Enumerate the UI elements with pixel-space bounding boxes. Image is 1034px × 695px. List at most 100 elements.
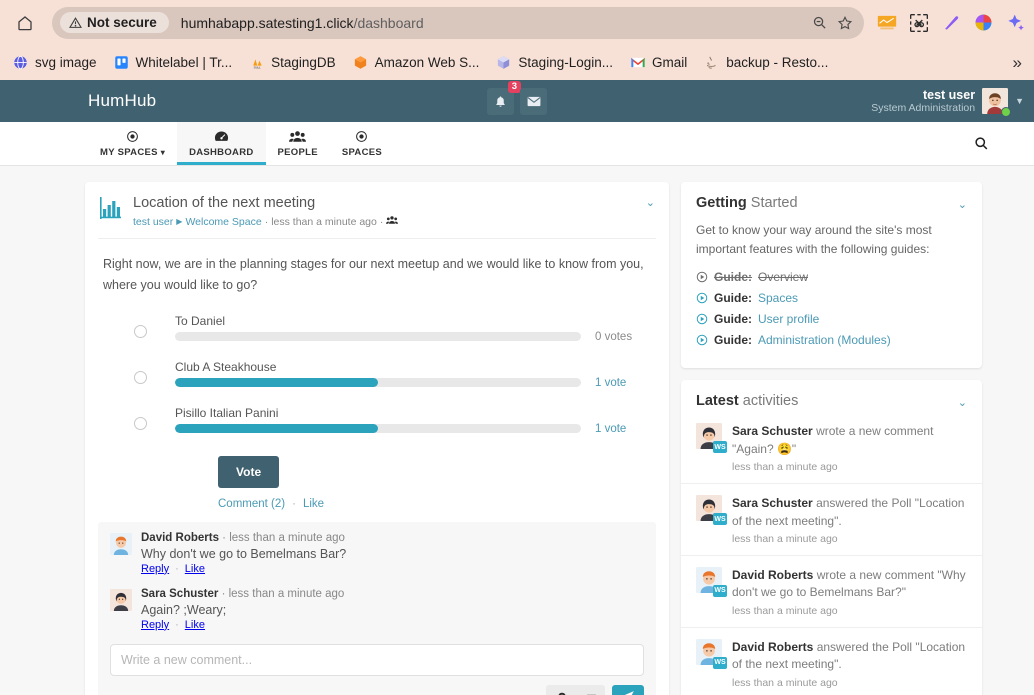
avatar[interactable] (982, 88, 1012, 117)
bookmark-item[interactable]: svg image (6, 51, 103, 74)
guide-item-overview[interactable]: Guide: Overview (696, 270, 967, 284)
bookmarks-bar: svg image Whitelabel | Tr... PMA Staging… (0, 45, 1034, 80)
bookmark-item[interactable]: PMA StagingDB (242, 51, 342, 74)
avatar[interactable] (110, 532, 132, 555)
upload-cloud-icon[interactable] (546, 685, 578, 695)
avatar[interactable] (110, 588, 132, 611)
nav-label: PEOPLE (277, 147, 318, 158)
extension-pen-icon[interactable] (940, 12, 962, 34)
activity-author[interactable]: Sara Schuster (732, 496, 813, 510)
extension-sparkle-icon[interactable] (1004, 12, 1026, 34)
upload-dropdown-chevron-down-icon[interactable] (578, 685, 605, 695)
guide-item-user-profile[interactable]: Guide: User profile (696, 312, 967, 326)
panel-collapse-chevron-down-icon[interactable]: ⌄ (958, 396, 967, 409)
activity-author[interactable]: David Roberts (732, 568, 813, 582)
browser-chrome: Not secure humhabapp.satesting1.click/da… (0, 0, 1034, 80)
activity-item[interactable]: WS David Roberts wrote a new comment "Wh… (681, 554, 982, 627)
action-sep: · (175, 618, 179, 631)
bookmark-item[interactable]: Gmail (623, 51, 693, 74)
java-icon (703, 54, 720, 71)
space-badge: WS (713, 441, 727, 454)
notifications-button[interactable]: 3 (487, 80, 521, 115)
bookmark-item[interactable]: Staging-Login... (489, 51, 619, 74)
guide-prefix: Guide: (714, 312, 752, 327)
vote-button[interactable]: Vote (218, 455, 280, 488)
security-indicator[interactable]: Not secure (60, 12, 169, 33)
space-badge: WS (713, 656, 727, 669)
page-content: Location of the next meeting test user ▶… (0, 166, 1034, 695)
poll-vote-count[interactable]: 1 vote (595, 423, 651, 435)
comment-author[interactable]: Sara Schuster (141, 588, 218, 600)
extension-chart-icon[interactable] (876, 12, 898, 34)
nav-item-spaces[interactable]: SPACES (330, 122, 394, 165)
bookmark-item[interactable]: Amazon Web S... (346, 51, 486, 74)
extension-colorwheel-icon[interactable] (972, 12, 994, 34)
guide-item-spaces[interactable]: Guide: Spaces (696, 291, 967, 305)
bookmarks-overflow-icon[interactable]: » (1013, 53, 1028, 73)
home-icon[interactable] (8, 6, 42, 40)
comment-reply-link[interactable]: Reply (141, 619, 169, 631)
comment-item: Sara Schuster · less than a minute ago A… (110, 588, 644, 631)
bookmark-item[interactable]: backup - Resto... (697, 51, 834, 74)
nav-item-my-spaces[interactable]: MY SPACES ▾ (88, 122, 177, 165)
poll-option-row[interactable]: Pisillo Italian Panini 1 vote (90, 406, 651, 435)
poll-option-row[interactable]: To Daniel 0 votes (90, 314, 651, 343)
activity-item[interactable]: WS David Roberts answered the Poll "Loca… (681, 626, 982, 695)
guide-label: Spaces (758, 291, 799, 306)
bookmark-star-icon[interactable] (832, 10, 858, 36)
comment-author[interactable]: David Roberts (141, 532, 219, 544)
app-brand[interactable]: HumHub (88, 91, 156, 111)
latest-activities-title: Latest activities ⌄ (681, 380, 982, 419)
like-link[interactable]: Like (303, 498, 324, 510)
avatar[interactable]: WS (696, 566, 727, 597)
comment-link[interactable]: Comment (2) (218, 498, 285, 510)
comment-like-link[interactable]: Like (185, 563, 205, 575)
post-menu-chevron-down-icon[interactable]: ⌄ (646, 196, 655, 209)
extension-screenshot-icon[interactable] (908, 12, 930, 34)
poll-radio[interactable] (134, 370, 147, 384)
send-comment-button[interactable] (612, 684, 644, 695)
messages-button[interactable] (520, 87, 547, 115)
getting-started-description: Get to know your way around the site's m… (696, 223, 932, 257)
bookmark-label: StagingDB (271, 55, 336, 70)
panel-collapse-chevron-down-icon[interactable]: ⌄ (958, 198, 967, 211)
poll-options: To Daniel 0 votes Club A Steakhouse 1 vo… (85, 300, 669, 435)
guide-list: Guide: Overview Guide: Spaces Guide: Use… (696, 270, 967, 347)
bookmark-item[interactable]: Whitelabel | Tr... (107, 51, 239, 74)
poll-progress-fill (175, 424, 378, 434)
activity-time: less than a minute ago (732, 461, 838, 474)
comment-input[interactable]: Write a new comment... (110, 643, 644, 676)
avatar[interactable]: WS (696, 423, 727, 454)
avatar[interactable]: WS (696, 495, 727, 526)
extension-icons (864, 12, 1026, 34)
nav-item-people[interactable]: PEOPLE (266, 122, 330, 165)
nav-item-dashboard[interactable]: DASHBOARD (177, 122, 266, 165)
avatar[interactable]: WS (696, 638, 727, 669)
search-button[interactable] (974, 122, 1034, 165)
poll-radio[interactable] (134, 416, 147, 430)
comment-sep: · (222, 531, 227, 544)
post-author-link[interactable]: test user (133, 216, 173, 228)
poll-vote-count[interactable]: 1 vote (595, 377, 651, 389)
poll-chart-icon (98, 195, 124, 221)
poll-vote-count[interactable]: 0 votes (595, 331, 651, 343)
post-header-text: Location of the next meeting test user ▶… (133, 195, 399, 228)
dashboard-icon (214, 129, 229, 144)
activity-author[interactable]: David Roberts (732, 640, 813, 654)
main-column: Location of the next meeting test user ▶… (85, 182, 669, 695)
poll-option-row[interactable]: Club A Steakhouse 1 vote (90, 360, 651, 389)
poll-radio[interactable] (134, 324, 147, 338)
activity-item[interactable]: WS Sara Schuster answered the Poll "Loca… (681, 483, 982, 555)
comment-like-link[interactable]: Like (185, 619, 205, 631)
address-bar[interactable]: Not secure humhabapp.satesting1.click/da… (52, 6, 864, 39)
chevron-down-icon[interactable]: ▼ (1015, 96, 1024, 106)
breadcrumb-arrow-icon: ▶ (176, 217, 183, 227)
zoom-search-icon[interactable] (806, 10, 832, 36)
post-space-link[interactable]: Welcome Space (185, 216, 261, 228)
activity-item[interactable]: WS Sara Schuster wrote a new comment "Ag… (681, 419, 982, 483)
url-display[interactable]: humhabapp.satesting1.click/dashboard (181, 15, 806, 31)
comment-reply-link[interactable]: Reply (141, 563, 169, 575)
user-menu[interactable]: test user System Administration ▼ (871, 88, 1024, 117)
activity-author[interactable]: Sara Schuster (732, 424, 813, 438)
guide-item-administration[interactable]: Guide: Administration (Modules) (696, 333, 967, 347)
